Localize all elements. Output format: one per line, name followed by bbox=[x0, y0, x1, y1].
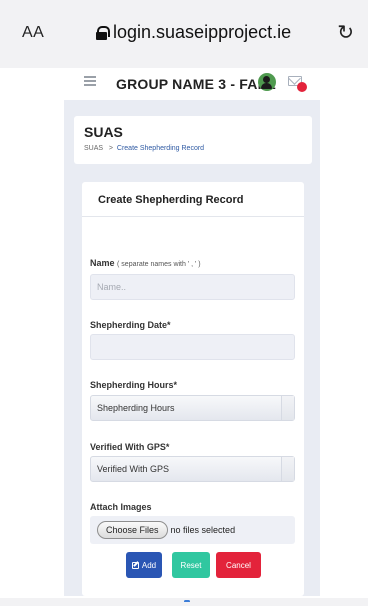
shepherding-date-input[interactable] bbox=[90, 334, 295, 360]
lock-icon bbox=[96, 25, 110, 40]
menu-icon[interactable] bbox=[84, 76, 96, 86]
shepherding-date-label: Shepherding Date* bbox=[90, 320, 171, 330]
create-record-form: Create Shepherding Record Name ( separat… bbox=[82, 182, 304, 596]
app-header: GROUP NAME 3 - FAR1 bbox=[0, 68, 368, 100]
reload-icon[interactable]: ↻ bbox=[337, 20, 354, 45]
reset-button[interactable]: Reset bbox=[172, 552, 210, 578]
cancel-button[interactable]: Cancel bbox=[216, 552, 261, 578]
url-field[interactable]: login.suaseipproject.ie bbox=[96, 22, 291, 43]
name-label: Name ( separate names with ' , ' ) bbox=[90, 258, 201, 268]
verified-gps-label: Verified With GPS* bbox=[90, 442, 170, 452]
choose-files-button[interactable]: Choose Files bbox=[97, 521, 168, 539]
edit-icon bbox=[131, 561, 139, 569]
select-arrow-icon bbox=[281, 457, 294, 481]
breadcrumb-separator: > bbox=[108, 145, 113, 152]
verified-gps-value: Verified With GPS bbox=[97, 464, 170, 474]
text-size-button[interactable]: AA bbox=[22, 24, 44, 42]
breadcrumb-current[interactable]: Create Shepherding Record bbox=[117, 145, 204, 152]
url-text: login.suaseipproject.ie bbox=[113, 22, 292, 42]
user-settings-icon[interactable] bbox=[258, 73, 276, 91]
notification-badge bbox=[297, 82, 307, 92]
form-title: Create Shepherding Record bbox=[98, 194, 244, 206]
page-title: SUAS bbox=[84, 124, 123, 140]
browser-address-bar: AA login.suaseipproject.ie ↻ bbox=[0, 0, 368, 68]
shepherding-hours-value: Shepherding Hours bbox=[97, 403, 175, 413]
breadcrumb-root[interactable]: SUAS bbox=[84, 145, 103, 152]
select-arrow-icon bbox=[281, 396, 294, 420]
breadcrumb: SUAS > Create Shepherding Record bbox=[84, 145, 204, 152]
add-button-label: Add bbox=[141, 560, 157, 570]
add-button[interactable]: Add bbox=[126, 552, 162, 578]
name-input[interactable]: Name.. bbox=[90, 274, 295, 300]
verified-gps-select[interactable]: Verified With GPS bbox=[90, 456, 295, 482]
group-title: GROUP NAME 3 - FAR1 bbox=[116, 76, 276, 92]
share-icon[interactable] bbox=[184, 600, 190, 603]
name-hint: ( separate names with ' , ' ) bbox=[117, 261, 201, 268]
file-input: Choose Files no files selected bbox=[90, 516, 295, 544]
shepherding-hours-select[interactable]: Shepherding Hours bbox=[90, 395, 295, 421]
attach-images-label: Attach Images bbox=[90, 502, 152, 512]
page-header-card: SUAS SUAS > Create Shepherding Record bbox=[74, 116, 312, 164]
no-files-text: no files selected bbox=[170, 525, 236, 535]
divider bbox=[82, 216, 304, 217]
shepherding-hours-label: Shepherding Hours* bbox=[90, 380, 178, 390]
